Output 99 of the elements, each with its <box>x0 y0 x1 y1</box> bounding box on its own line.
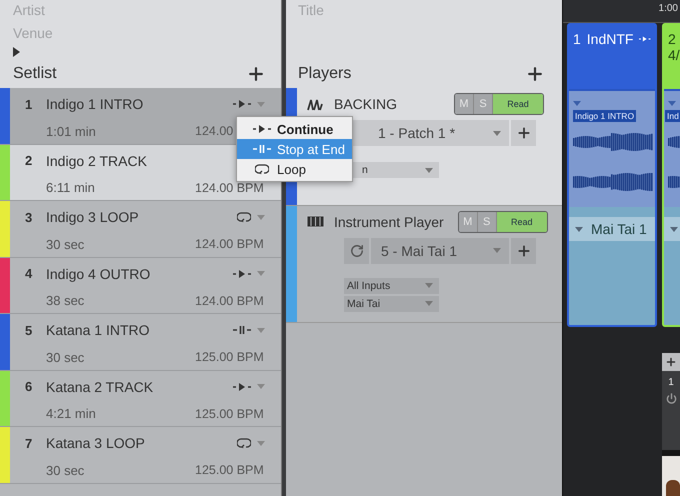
clip-number: 1 <box>573 31 581 47</box>
play-arrow-icon <box>253 125 271 133</box>
player-name: Instrument Player <box>334 214 444 230</box>
reload-button[interactable] <box>344 238 369 264</box>
keyboard-icon <box>307 216 324 227</box>
setlist-row[interactable]: 6 Katana 2 TRACK 4:21 min 125.00 BPM <box>0 370 281 427</box>
song-tempo: 124.00 BPM <box>195 180 264 194</box>
caret-icon <box>425 283 433 288</box>
setlist-row[interactable]: 5 Katana 1 INTRO 30 sec 125.00 BPM <box>0 314 281 370</box>
song-number: 5 <box>25 322 34 338</box>
instrument-label: Mai Tai 1 <box>591 221 647 237</box>
event-label: Ind <box>665 110 680 122</box>
song-number: 2 <box>25 153 34 168</box>
caret-icon <box>257 440 265 446</box>
clip-name: IndNTF <box>586 31 634 47</box>
song-title: Katana 2 TRACK <box>46 378 154 394</box>
song-number: 1 <box>25 96 34 112</box>
reload-icon <box>350 244 364 258</box>
song-tempo: 125.00 BPM <box>195 406 264 420</box>
song-clip[interactable]: 2 4/ Ind <box>662 23 680 327</box>
caret-icon <box>670 226 678 232</box>
patch-selector[interactable]: 5 - Mai Tai 1 <box>371 238 509 264</box>
loop-icon <box>237 212 251 222</box>
setlist-heading: Setlist <box>13 65 57 83</box>
clip-number: 2 <box>668 31 676 47</box>
song-number: 3 <box>25 210 34 224</box>
caret-icon <box>257 214 265 220</box>
caret-icon <box>668 101 676 106</box>
mode-dropdown[interactable] <box>237 438 265 448</box>
event-label: Indigo 1 INTRO <box>573 110 636 122</box>
mode-dropdown[interactable] <box>233 326 265 334</box>
power-icon[interactable] <box>666 393 676 404</box>
caret-icon <box>257 328 265 332</box>
song-title: Katana 3 LOOP <box>46 435 146 451</box>
mode-dropdown[interactable] <box>233 270 265 278</box>
expand-triangle-icon[interactable] <box>13 47 21 57</box>
channel-number: 1 <box>668 377 674 388</box>
song-number: 7 <box>25 436 34 450</box>
routing-dropdown[interactable]: All Inputs <box>344 278 439 294</box>
song-number: 6 <box>25 379 34 394</box>
song-title: Indigo 1 INTRO <box>46 96 144 112</box>
song-title: Indigo 2 TRACK <box>46 152 148 168</box>
automation-button[interactable]: Read <box>493 94 543 114</box>
song-clip[interactable]: 1 IndNTF Indigo 1 INTRO Mai Tai 1 <box>567 23 657 327</box>
mode-dropdown[interactable] <box>233 100 265 108</box>
song-tempo: 124.00 BPM <box>195 294 264 308</box>
add-icon <box>516 125 532 141</box>
add-icon[interactable] <box>246 64 266 84</box>
player-name: BACKING <box>334 96 398 112</box>
play-arrow-icon <box>233 270 251 278</box>
song-tempo: 124.00 <box>195 124 234 138</box>
add-patch-button[interactable] <box>511 238 536 264</box>
add-icon[interactable] <box>525 64 545 84</box>
setlist-row[interactable]: 3 Indigo 3 LOOP 30 sec 124.00 BPM <box>0 201 281 258</box>
play-arrow-icon <box>233 382 251 390</box>
caret-icon <box>257 102 265 106</box>
song-duration: 38 sec <box>46 293 86 308</box>
waveform-icon <box>307 98 324 110</box>
menu-item[interactable]: Stop at End <box>237 139 352 159</box>
clip-name: 4/ <box>668 47 680 63</box>
song-title: Indigo 4 OUTRO <box>46 266 152 282</box>
song-number: 4 <box>25 266 34 281</box>
song-title: Katana 1 INTRO <box>46 322 150 338</box>
stop-bars-icon <box>253 145 271 153</box>
caret-icon <box>573 101 581 106</box>
caret-icon <box>493 130 501 136</box>
song-duration: 30 sec <box>46 462 86 478</box>
play-arrow-icon <box>233 100 251 108</box>
song-duration: 30 sec <box>46 350 86 364</box>
loop-icon <box>255 164 269 174</box>
mode-dropdown[interactable] <box>233 382 265 390</box>
caret-icon <box>575 226 583 232</box>
ruler-label: 1:00 <box>658 3 678 14</box>
caret-icon <box>425 168 433 172</box>
caret-icon <box>425 301 433 306</box>
player-card[interactable]: Instrument Player M S Read 5 - Mai Tai 1 All Inputs Mai Tai <box>286 206 562 323</box>
caret-icon <box>257 384 265 389</box>
caret-icon <box>257 271 265 276</box>
stop-bars-icon <box>233 326 251 334</box>
song-tempo: 124.00 BPM <box>195 237 264 251</box>
setlist-row[interactable]: 7 Katana 3 LOOP 30 sec 125.00 BPM <box>0 427 281 484</box>
setlist-row[interactable]: 4 Indigo 4 OUTRO 38 sec 124.00 BPM <box>0 258 281 314</box>
song-tempo: 125.00 BPM <box>195 463 264 477</box>
song-title: Indigo 3 LOOP <box>46 209 140 225</box>
caret-icon <box>493 248 501 253</box>
song-duration: 30 sec <box>46 236 86 252</box>
players-heading: Players <box>298 65 352 83</box>
add-patch-button[interactable] <box>511 120 536 146</box>
routing-dropdown[interactable]: Mai Tai <box>344 296 439 312</box>
mode-dropdown[interactable] <box>237 212 265 222</box>
song-duration: 6:11 min <box>46 180 96 195</box>
song-duration: 4:21 min <box>46 406 97 421</box>
song-duration: 1:01 min <box>46 124 97 138</box>
automation-button[interactable]: Read <box>496 212 547 232</box>
loop-icon <box>237 438 251 448</box>
add-icon <box>665 356 677 368</box>
song-tempo: 125.00 BPM <box>195 350 264 364</box>
add-channel-button[interactable] <box>662 353 680 371</box>
add-icon <box>516 242 532 258</box>
